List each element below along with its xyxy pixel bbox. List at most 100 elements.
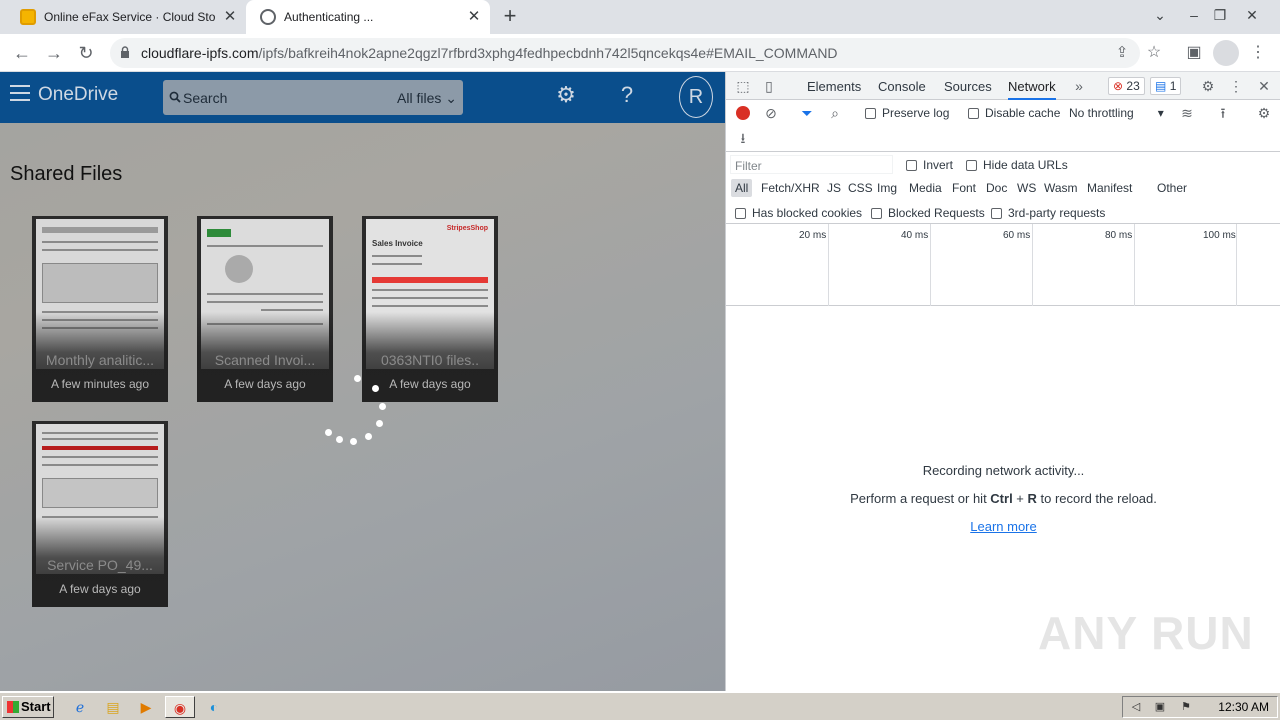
hide-data-urls-checkbox[interactable]: Hide data URLs: [966, 158, 1068, 172]
error-count-badge[interactable]: ⊗ 23: [1108, 77, 1145, 95]
tab-sources[interactable]: Sources: [944, 79, 992, 94]
clock[interactable]: 12:30 AM: [1218, 700, 1269, 714]
close-tab-icon[interactable]: ✕: [222, 9, 238, 25]
hide-data-urls-label: Hide data URLs: [983, 158, 1068, 172]
side-panel-icon[interactable]: ▣: [1182, 41, 1206, 65]
filter-icon[interactable]: ⏷: [798, 104, 816, 122]
start-button[interactable]: Start: [2, 696, 54, 718]
blocked-requests-checkbox[interactable]: Blocked Requests: [871, 206, 985, 220]
export-har-icon[interactable]: ⭳: [734, 129, 752, 147]
settings-gear-icon[interactable]: ⚙: [1199, 77, 1217, 95]
search-box[interactable]: Search All files ⌄: [163, 80, 463, 115]
device-toolbar-icon[interactable]: ▯: [760, 77, 778, 95]
throttling-dropdown[interactable]: No throttling ▾: [1069, 106, 1164, 120]
new-tab-button[interactable]: +: [498, 5, 522, 29]
chrome-menu-icon[interactable]: ⋮: [1246, 41, 1270, 65]
minimize-icon[interactable]: –: [1182, 4, 1206, 28]
type-filter-ws[interactable]: WS: [1017, 181, 1036, 195]
type-filter-other[interactable]: Other: [1157, 181, 1187, 195]
type-filter-fetch-xhr[interactable]: Fetch/XHR: [761, 181, 820, 195]
network-icon[interactable]: ▣: [1153, 700, 1167, 714]
browser-toolbar: ← → ↻ cloudflare-ipfs.com/ipfs/bafkreih4…: [0, 34, 1280, 72]
share-icon[interactable]: ⇪: [1113, 44, 1131, 62]
tab-search-chevron-icon[interactable]: ⌄: [1148, 4, 1172, 28]
filter-input[interactable]: Filter: [730, 155, 893, 174]
close-window-icon[interactable]: ✕: [1240, 4, 1264, 28]
error-count: 23: [1126, 79, 1140, 93]
hint-key-ctrl: Ctrl: [990, 491, 1013, 506]
third-party-checkbox[interactable]: 3rd-party requests: [991, 206, 1105, 220]
disable-cache-checkbox[interactable]: Disable cache: [968, 106, 1060, 120]
type-filter-doc[interactable]: Doc: [986, 181, 1007, 195]
type-filter-wasm[interactable]: Wasm: [1044, 181, 1078, 195]
taskbar: Start ℯ ▤ ▶ ◉ ◐ ◁ ▣ ⚑ 12:30 AM: [0, 692, 1280, 720]
file-explorer-icon[interactable]: ▤: [101, 696, 125, 718]
import-har-icon[interactable]: ⭱: [1214, 104, 1232, 122]
back-arrow-icon[interactable]: ←: [10, 41, 34, 65]
message-icon: ▤: [1155, 79, 1167, 93]
bookmark-star-icon[interactable]: ☆: [1142, 41, 1166, 65]
close-devtools-icon[interactable]: ✕: [1255, 77, 1273, 95]
efax-favicon-icon: [20, 9, 36, 25]
learn-more-link[interactable]: Learn more: [726, 519, 1280, 534]
timeline-tick-label: 60 ms: [1003, 230, 1031, 241]
tab-elements[interactable]: Elements: [807, 79, 861, 94]
blocked-cookies-checkbox[interactable]: Has blocked cookies: [735, 206, 862, 220]
gear-icon[interactable]: ⚙: [553, 82, 579, 108]
close-tab-icon[interactable]: ✕: [466, 9, 482, 25]
search-icon: [169, 91, 181, 103]
type-filter-media[interactable]: Media: [909, 181, 942, 195]
file-card[interactable]: Monthly analitic... A few minutes ago: [32, 216, 168, 402]
avatar[interactable]: R: [679, 76, 713, 118]
internet-explorer-icon[interactable]: ℯ: [68, 696, 92, 718]
profile-avatar-icon[interactable]: [1213, 40, 1239, 66]
restore-icon[interactable]: ❐: [1208, 4, 1232, 28]
kebab-menu-icon[interactable]: ⋮: [1227, 77, 1245, 95]
clear-icon[interactable]: ⊘: [762, 104, 780, 122]
record-button[interactable]: [736, 106, 750, 120]
file-card[interactable]: Scanned Invoi... A few days ago: [197, 216, 333, 402]
type-filter-css[interactable]: CSS: [848, 181, 873, 195]
throttling-label: No throttling: [1069, 106, 1134, 120]
network-settings-icon[interactable]: ⚙: [1255, 104, 1273, 122]
type-filter-img[interactable]: Img: [877, 181, 897, 195]
media-player-icon[interactable]: ▶: [134, 696, 158, 718]
tab-authenticating[interactable]: Authenticating ... ✕: [246, 0, 490, 34]
hamburger-menu-icon[interactable]: [10, 85, 30, 103]
forward-arrow-icon[interactable]: →: [42, 41, 66, 65]
invert-checkbox[interactable]: Invert: [906, 158, 953, 172]
third-party-label: 3rd-party requests: [1008, 206, 1106, 220]
file-time: A few minutes ago: [50, 377, 150, 391]
type-filter-all[interactable]: All: [731, 179, 753, 197]
tab-efax[interactable]: Online eFax Service · Cloud Storage ✕: [8, 0, 246, 34]
message-count-badge[interactable]: ▤ 1: [1150, 77, 1182, 95]
type-filter-js[interactable]: JS: [827, 181, 841, 195]
more-tabs-icon[interactable]: »: [1070, 77, 1088, 95]
file-name: Service PO_49...: [47, 557, 153, 573]
inspect-element-icon[interactable]: ⬚: [734, 77, 752, 95]
tab-network[interactable]: Network: [1008, 79, 1056, 100]
address-bar[interactable]: cloudflare-ipfs.com/ipfs/bafkreih4nok2ap…: [110, 38, 1140, 68]
network-timeline[interactable]: 20 ms 40 ms 60 ms 80 ms 100 ms: [726, 224, 1280, 306]
windows-logo-icon: [7, 701, 19, 713]
edge-icon[interactable]: ◐: [202, 696, 226, 718]
type-filter-manifest[interactable]: Manifest: [1087, 181, 1132, 195]
preserve-log-checkbox[interactable]: Preserve log: [865, 106, 949, 120]
type-filter-font[interactable]: Font: [952, 181, 976, 195]
scope-dropdown[interactable]: All files ⌄: [397, 90, 457, 107]
search-input[interactable]: Search: [183, 90, 227, 106]
url-path: /ipfs/bafkreih4nok2apne2qgzl7rfbrd3xphg4…: [258, 45, 838, 61]
disable-cache-label: Disable cache: [985, 106, 1061, 120]
help-icon[interactable]: ?: [614, 82, 640, 108]
network-conditions-icon[interactable]: ≋: [1178, 104, 1196, 122]
file-card[interactable]: StripesShop Sales Invoice 0363NTI0 files…: [362, 216, 498, 402]
tab-console[interactable]: Console: [878, 79, 926, 94]
chrome-taskbar-icon[interactable]: ◉: [165, 696, 195, 718]
tab-title: Online eFax Service · Cloud Storage: [44, 10, 216, 24]
volume-icon[interactable]: ◁: [1129, 700, 1143, 714]
file-name: Scanned Invoi...: [214, 352, 316, 368]
search-icon[interactable]: ⌕: [826, 104, 844, 122]
action-center-flag-icon[interactable]: ⚑: [1179, 700, 1193, 714]
file-card[interactable]: Service PO_49... A few days ago: [32, 421, 168, 607]
reload-icon[interactable]: ↻: [74, 41, 98, 65]
